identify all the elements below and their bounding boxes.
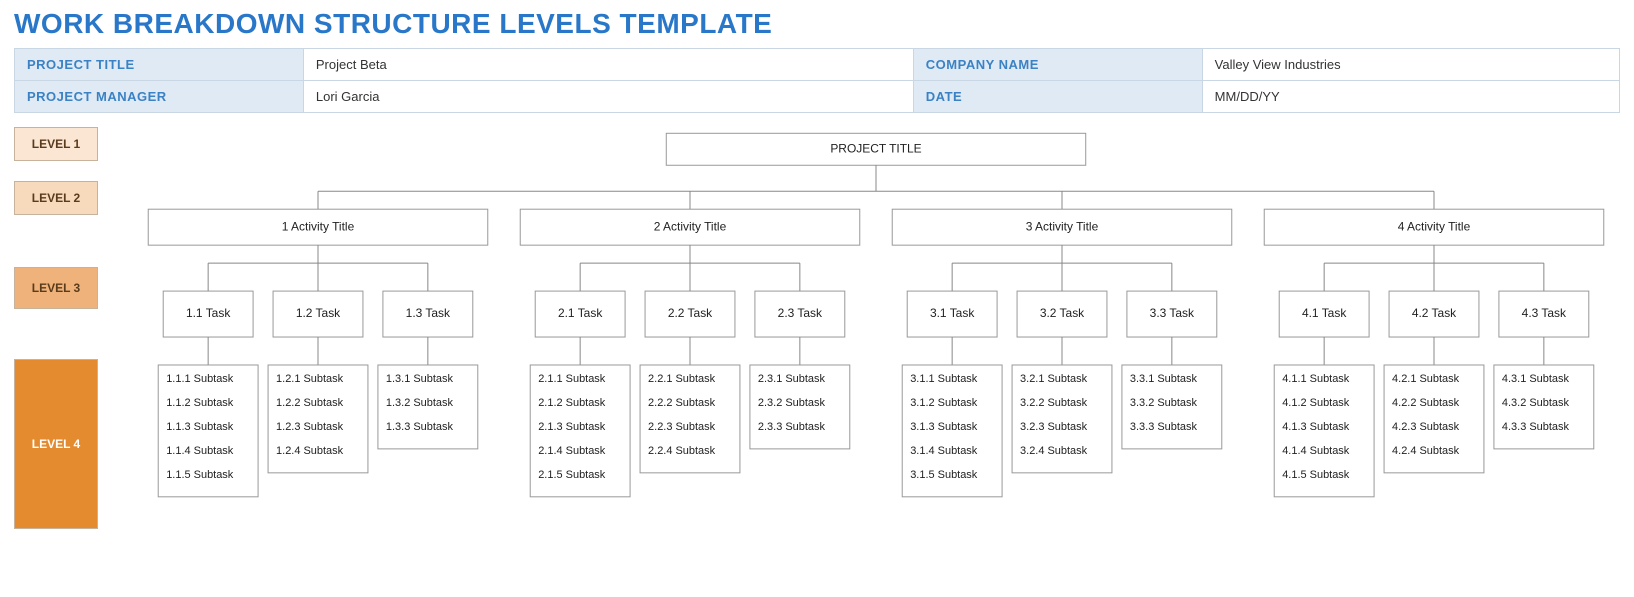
task-label: 3.2 Task (1040, 306, 1084, 320)
subtask-label: 2.2.1 Subtask (648, 373, 716, 385)
subtask-label: 4.3.2 Subtask (1502, 397, 1570, 409)
company-name-value[interactable]: Valley View Industries (1202, 49, 1619, 81)
task-label: 4.3 Task (1522, 306, 1566, 320)
subtask-label: 2.3.2 Subtask (758, 397, 826, 409)
task-label: 1.1 Task (186, 306, 230, 320)
subtask-label: 4.1.4 Subtask (1282, 445, 1350, 457)
project-title-label: PROJECT TITLE (15, 49, 304, 81)
date-label: DATE (913, 81, 1202, 113)
subtask-label: 3.2.3 Subtask (1020, 421, 1088, 433)
subtask-label: 2.3.3 Subtask (758, 421, 826, 433)
task-label: 1.2 Task (296, 306, 340, 320)
subtask-label: 3.3.1 Subtask (1130, 373, 1198, 385)
subtask-label: 2.2.2 Subtask (648, 397, 716, 409)
subtask-label: 2.2.3 Subtask (648, 421, 716, 433)
subtask-label: 4.2.1 Subtask (1392, 373, 1460, 385)
subtask-label: 2.1.4 Subtask (538, 445, 606, 457)
activity-label: 3 Activity Title (1026, 219, 1099, 233)
subtask-label: 1.2.4 Subtask (276, 445, 344, 457)
company-name-label: COMPANY NAME (913, 49, 1202, 81)
project-manager-label: PROJECT MANAGER (15, 81, 304, 113)
subtask-label: 1.1.5 Subtask (166, 469, 234, 481)
subtask-label: 3.3.2 Subtask (1130, 397, 1198, 409)
project-title-value[interactable]: Project Beta (303, 49, 913, 81)
subtask-label: 2.1.2 Subtask (538, 397, 606, 409)
level-3-badge: LEVEL 3 (14, 267, 98, 309)
activity-label: 1 Activity Title (282, 219, 355, 233)
task-label: 1.3 Task (406, 306, 450, 320)
subtask-label: 2.2.4 Subtask (648, 445, 716, 457)
task-label: 2.2 Task (668, 306, 712, 320)
subtask-label: 4.2.2 Subtask (1392, 397, 1460, 409)
level-4-badge: LEVEL 4 (14, 359, 98, 529)
subtask-label: 1.2.3 Subtask (276, 421, 344, 433)
subtask-label: 1.1.1 Subtask (166, 373, 234, 385)
task-label: 3.1 Task (930, 306, 974, 320)
subtask-label: 3.2.2 Subtask (1020, 397, 1088, 409)
task-label: 3.3 Task (1150, 306, 1194, 320)
subtask-label: 4.2.4 Subtask (1392, 445, 1460, 457)
subtask-label: 3.2.4 Subtask (1020, 445, 1088, 457)
date-value[interactable]: MM/DD/YY (1202, 81, 1619, 113)
task-label: 4.2 Task (1412, 306, 1456, 320)
activity-label: 4 Activity Title (1398, 219, 1471, 233)
subtask-label: 1.1.2 Subtask (166, 397, 234, 409)
level-badges: LEVEL 1 LEVEL 2 LEVEL 3 LEVEL 4 (14, 127, 114, 589)
subtask-label: 3.1.2 Subtask (910, 397, 978, 409)
task-label: 4.1 Task (1302, 306, 1346, 320)
subtask-label: 2.1.5 Subtask (538, 469, 606, 481)
subtask-label: 2.1.1 Subtask (538, 373, 606, 385)
subtask-label: 4.1.1 Subtask (1282, 373, 1350, 385)
project-info-table: PROJECT TITLE Project Beta COMPANY NAME … (14, 48, 1620, 113)
subtask-label: 4.3.3 Subtask (1502, 421, 1570, 433)
project-manager-value[interactable]: Lori Garcia (303, 81, 913, 113)
subtask-label: 3.3.3 Subtask (1130, 421, 1198, 433)
subtask-label: 4.3.1 Subtask (1502, 373, 1570, 385)
page-title: WORK BREAKDOWN STRUCTURE LEVELS TEMPLATE (14, 8, 1620, 40)
subtask-label: 3.1.5 Subtask (910, 469, 978, 481)
activity-label: 2 Activity Title (654, 219, 727, 233)
root-label: PROJECT TITLE (830, 141, 921, 155)
subtask-label: 3.1.1 Subtask (910, 373, 978, 385)
wbs-chart: PROJECT TITLE 1 Activity Title 1.1 Task 1.1… (132, 127, 1620, 589)
subtask-label: 1.2.1 Subtask (276, 373, 344, 385)
subtask-label: 3.1.4 Subtask (910, 445, 978, 457)
subtask-label: 4.1.5 Subtask (1282, 469, 1350, 481)
subtask-label: 4.1.3 Subtask (1282, 421, 1350, 433)
subtask-label: 3.1.3 Subtask (910, 421, 978, 433)
subtask-label: 3.2.1 Subtask (1020, 373, 1088, 385)
subtask-label: 4.2.3 Subtask (1392, 421, 1460, 433)
task-label: 2.1 Task (558, 306, 602, 320)
subtask-label: 1.3.3 Subtask (386, 421, 454, 433)
subtask-label: 1.3.2 Subtask (386, 397, 454, 409)
subtask-label: 4.1.2 Subtask (1282, 397, 1350, 409)
subtask-label: 2.3.1 Subtask (758, 373, 826, 385)
subtask-label: 1.1.3 Subtask (166, 421, 234, 433)
task-label: 2.3 Task (778, 306, 822, 320)
level-2-badge: LEVEL 2 (14, 181, 98, 215)
subtask-label: 1.3.1 Subtask (386, 373, 454, 385)
level-1-badge: LEVEL 1 (14, 127, 98, 161)
subtask-label: 1.1.4 Subtask (166, 445, 234, 457)
wbs-tree-svg: PROJECT TITLE 1 Activity Title 1.1 Task 1.1… (132, 127, 1620, 589)
subtask-label: 2.1.3 Subtask (538, 421, 606, 433)
subtask-label: 1.2.2 Subtask (276, 397, 344, 409)
